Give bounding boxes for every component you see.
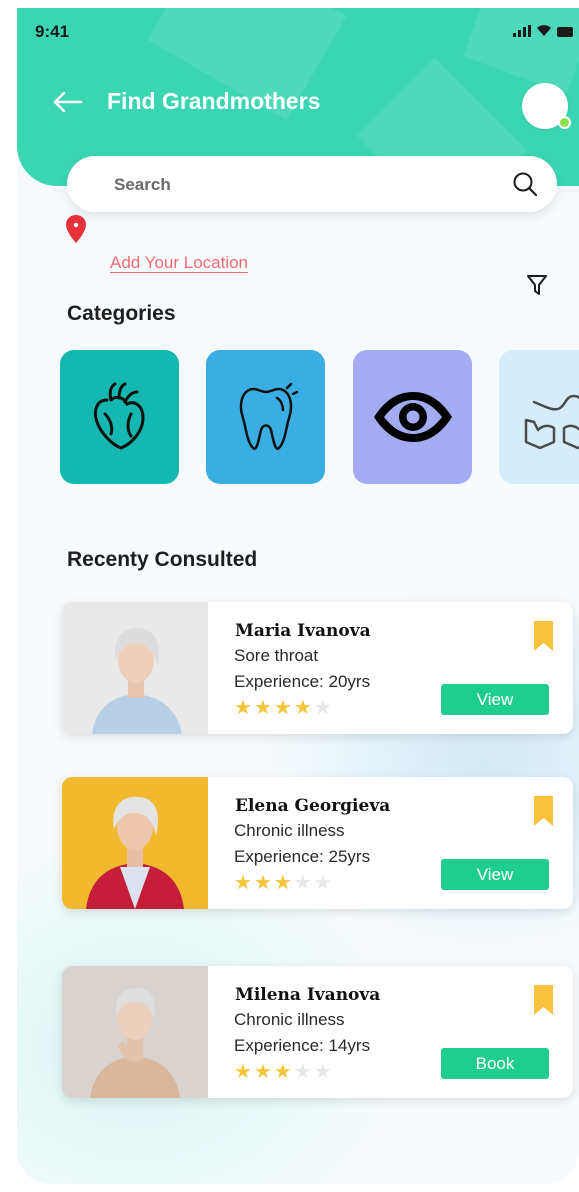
caring-hands-icon — [524, 394, 579, 450]
star-icon: ★ — [234, 872, 252, 894]
status-icons — [513, 24, 573, 37]
search-bar — [67, 156, 557, 212]
search-input[interactable] — [112, 172, 476, 198]
doctor-card[interactable]: Milena Ivanova Chronic illness Experienc… — [62, 966, 573, 1098]
category-eye[interactable] — [353, 350, 472, 484]
star-icon: ★ — [273, 872, 292, 894]
recent-title: Recenty Consulted — [67, 548, 258, 571]
category-dental[interactable] — [206, 350, 325, 484]
star-icon: ★ — [293, 697, 312, 719]
doctor-condition: Sore throat — [234, 646, 319, 665]
star-icon: ★ — [253, 697, 272, 719]
page-title: Find Grandmothers — [107, 88, 321, 114]
doctor-name: Maria Ivanova — [235, 621, 371, 641]
star-icon: ★ — [253, 872, 272, 894]
add-location-link[interactable]: Add Your Location — [110, 253, 248, 273]
phone-screen: 9:41 Find Grandmothers Add Your Location — [17, 8, 579, 1184]
search-icon[interactable] — [511, 170, 539, 198]
online-status-dot — [558, 116, 571, 129]
star-icon: ★ — [313, 1061, 332, 1083]
star-icon: ★ — [234, 1061, 252, 1083]
book-button[interactable]: Book — [441, 1048, 549, 1079]
portrait-image — [62, 602, 208, 734]
bookmark-icon[interactable] — [534, 621, 553, 651]
doctor-condition: Chronic illness — [234, 821, 345, 840]
bookmark-icon[interactable] — [534, 796, 553, 826]
battery-icon — [557, 27, 573, 37]
wifi-icon — [537, 25, 551, 36]
star-icon: ★ — [293, 1061, 312, 1083]
doctor-card[interactable]: Elena Georgieva Chronic illness Experien… — [62, 777, 573, 909]
status-time: 9:41 — [35, 22, 70, 41]
portrait-image — [62, 966, 208, 1098]
star-icon: ★ — [273, 697, 292, 719]
category-heart[interactable] — [60, 350, 179, 484]
categories-row — [60, 350, 579, 486]
tooth-icon — [239, 382, 298, 450]
star-icon: ★ — [253, 1061, 272, 1083]
location-pin-icon — [66, 215, 86, 243]
doctor-experience: Experience: 20yrs — [234, 672, 371, 691]
rating-stars: ★ ★ ★ ★ ★ — [234, 698, 332, 718]
bookmark-icon[interactable] — [534, 985, 553, 1015]
categories-title: Categories — [67, 302, 176, 325]
doctor-name: Milena Ivanova — [235, 985, 381, 1005]
doctor-experience: Experience: 14yrs — [234, 1036, 371, 1055]
rating-stars: ★ ★ ★ ★ ★ — [234, 1062, 332, 1082]
star-icon: ★ — [234, 697, 252, 719]
filter-icon[interactable] — [526, 274, 548, 296]
eye-icon — [373, 392, 452, 442]
view-button[interactable]: View — [441, 859, 549, 890]
category-care[interactable] — [499, 350, 579, 484]
doctor-card[interactable]: Maria Ivanova Sore throat Experience: 20… — [62, 602, 573, 734]
doctor-name: Elena Georgieva — [235, 796, 391, 816]
back-arrow-icon[interactable] — [51, 90, 83, 114]
signal-icon — [513, 25, 531, 37]
portrait-image — [62, 777, 208, 909]
star-icon: ★ — [313, 697, 332, 719]
star-icon: ★ — [293, 872, 312, 894]
doctor-condition: Chronic illness — [234, 1010, 345, 1029]
heart-icon — [93, 382, 145, 450]
rating-stars: ★ ★ ★ ★ ★ — [234, 873, 332, 893]
star-icon: ★ — [273, 1061, 292, 1083]
star-icon: ★ — [313, 872, 332, 894]
doctor-experience: Experience: 25yrs — [234, 847, 371, 866]
view-button[interactable]: View — [441, 684, 549, 715]
header-decoration — [463, 8, 579, 94]
